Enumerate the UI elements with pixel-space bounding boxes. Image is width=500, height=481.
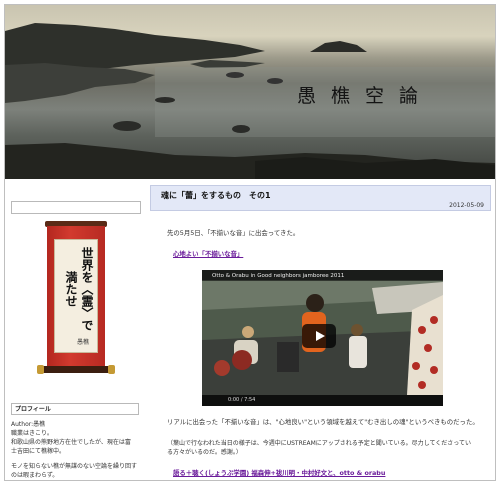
profile-bio-line: 士吉田にて樵稼中。	[11, 448, 66, 455]
scroll-calligraphy: 世界を〈霊〉で満たせ	[64, 247, 94, 331]
site-title[interactable]: 愚樵空論	[297, 81, 433, 108]
post-paragraph: 先の5月5日、「不揃いな音」に出会ってきた。	[167, 229, 300, 237]
profile-bio-line: 職業はきこり。	[11, 430, 53, 437]
post-title[interactable]: 魂に「蕾」をするもの その1	[161, 190, 271, 201]
profile-bio-line: 和歌山県の熊野地方在住でしたが、現在は富	[11, 439, 131, 446]
post-paragraph: （葉山で行なわれた当日の様子は、今週中にUSTREAMにアップされる予定と聞いて…	[167, 440, 471, 447]
blog-page: 愚樵空論 世界を〈霊〉で満たせ 愚樵 プロフィール Author:愚樵 職業はき…	[4, 4, 496, 481]
profile-author: Author:愚樵	[11, 421, 46, 428]
video-control-bar[interactable]: 0:00 / 7:54	[202, 395, 443, 406]
post-header: 魂に「蕾」をするもの その1 2012-05-09	[150, 185, 491, 211]
post-link[interactable]: 心地よい「不揃いな音」	[173, 249, 243, 258]
hanging-scroll-image: 世界を〈霊〉で満たせ 愚樵	[37, 221, 115, 374]
scroll-knob-left	[37, 365, 44, 374]
main-content: 魂に「蕾」をするもの その1 2012-05-09 先の5月5日、「不揃いな音」…	[145, 179, 495, 480]
post-paragraph: る方々がいるのだ。感謝。）	[167, 449, 242, 456]
profile-bio-line: のは暇まわらず。	[11, 472, 59, 479]
post-link[interactable]: 語る＋聴く(しょうぶ学園) 福森伸+祓川明・中村好文と、otto & orabu	[173, 468, 385, 477]
play-button-icon[interactable]	[302, 324, 336, 348]
profile-heading: プロフィール	[11, 403, 139, 415]
sidebar-search-box[interactable]	[11, 201, 141, 214]
video-title[interactable]: Otto & Orabu in Good neighbors jamboree …	[212, 273, 344, 279]
sidebar: 世界を〈霊〉で満たせ 愚樵 プロフィール Author:愚樵 職業はきこり。 和…	[5, 179, 145, 480]
scroll-signature: 愚樵	[77, 339, 90, 346]
scroll-knob-right	[108, 365, 115, 374]
header-banner[interactable]: 愚樵空論	[5, 5, 495, 179]
video-time: 0:00 / 7:54	[228, 397, 256, 403]
post-paragraph: リアルに出会った「不揃いな音」は、"心地良い"という領域を越えて"むき出しの魂"…	[167, 418, 479, 426]
video-player[interactable]: Otto & Orabu in Good neighbors jamboree …	[202, 270, 443, 406]
scroll-bottom-rod	[40, 366, 112, 373]
post-date: 2012-05-09	[449, 202, 484, 209]
profile-bio-line: モノを知らない樵が無謀のない空論を繰り回す	[11, 463, 138, 470]
